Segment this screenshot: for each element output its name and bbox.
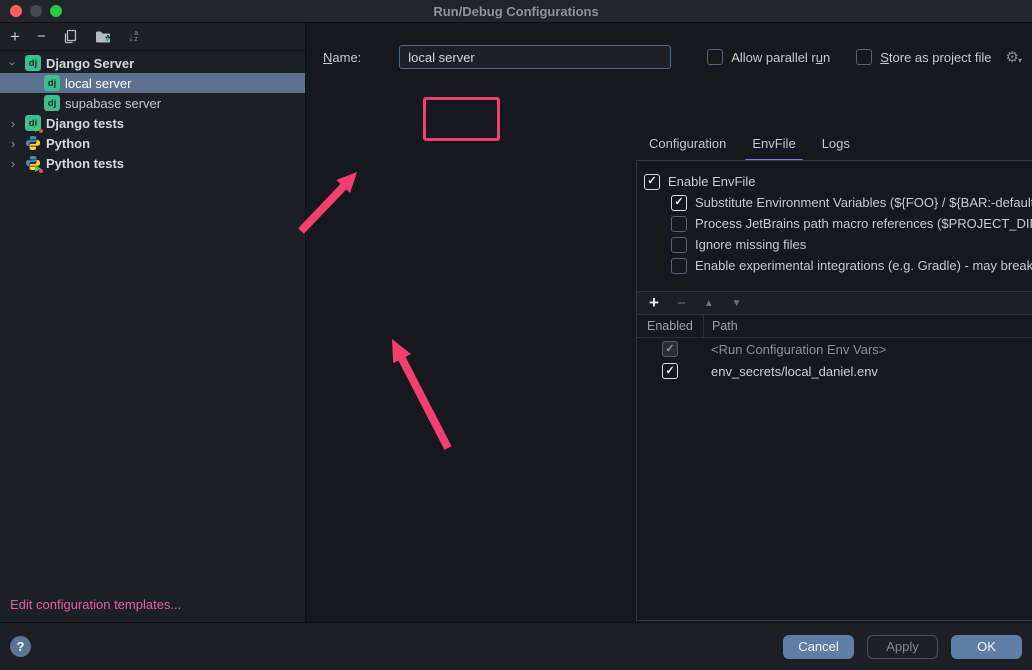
enable-envfile-checkbox[interactable]: ✓ Enable EnvFile (644, 171, 1032, 192)
checkbox-icon[interactable]: ✓ (644, 174, 660, 190)
tree-item-python-tests[interactable]: › Python tests (0, 153, 305, 173)
checkbox-icon[interactable]: ✓ (662, 363, 678, 379)
envfile-table-header: Enabled Path Type (637, 315, 1032, 338)
add-env-file-icon[interactable]: + (649, 293, 659, 313)
edit-configuration-templates-link[interactable]: Edit configuration templates... (0, 597, 305, 622)
checkbox-icon[interactable]: ✓ (856, 49, 872, 65)
tree-item-local-server[interactable]: dj local server (0, 73, 305, 93)
checkbox-icon[interactable]: ✓ (671, 258, 687, 274)
configurations-tree: › dj Django Server dj local server dj su… (0, 51, 305, 173)
tab-logs[interactable]: Logs (809, 126, 863, 160)
move-down-icon[interactable]: ▼ (732, 298, 742, 309)
chevron-collapsed-icon[interactable]: › (6, 156, 20, 171)
add-configuration-icon[interactable]: + (10, 28, 20, 45)
window-title: Run/Debug Configurations (0, 4, 1032, 19)
allow-parallel-run-checkbox[interactable]: ✓ Allow parallel run (707, 49, 830, 65)
ignore-missing-files-checkbox[interactable]: ✓ Ignore missing files (671, 234, 1032, 255)
django-icon: dj (44, 75, 60, 91)
store-settings-gear-icon[interactable]: ⚙▾ (1006, 48, 1022, 66)
python-tests-icon (25, 155, 41, 171)
configurations-sidebar: + − ↓ az (0, 23, 306, 622)
checkbox-icon[interactable]: ✓ (671, 237, 687, 253)
sort-alphabetically-icon[interactable]: ↓ az (128, 29, 138, 44)
table-row-env-secrets-file[interactable]: ✓ env_secrets/local_daniel.env .env (637, 360, 1032, 382)
remove-env-file-icon[interactable]: − (677, 295, 686, 312)
checkbox-icon: ✓ (662, 341, 678, 357)
chevron-expanded-icon[interactable]: › (6, 56, 21, 70)
name-label: Name: (323, 50, 361, 65)
tree-item-supabase-server[interactable]: dj supabase server (0, 93, 305, 113)
name-input[interactable] (399, 45, 671, 69)
chevron-collapsed-icon[interactable]: › (6, 136, 20, 151)
tab-configuration[interactable]: Configuration (636, 126, 739, 160)
dialog-footer: ? Cancel Apply OK (0, 622, 1032, 670)
django-tests-icon: dj (25, 115, 41, 131)
titlebar: Run/Debug Configurations (0, 0, 1032, 23)
checkbox-icon[interactable]: ✓ (671, 195, 687, 211)
configuration-editor: Name: ✓ Allow parallel run ✓ Store as pr… (306, 23, 1032, 622)
copy-configuration-icon[interactable] (63, 29, 78, 44)
apply-button: Apply (867, 635, 938, 659)
checkbox-icon[interactable]: ✓ (707, 49, 723, 65)
python-icon (25, 135, 41, 151)
ok-button[interactable]: OK (951, 635, 1022, 659)
run-debug-configurations-dialog: Run/Debug Configurations + − (0, 0, 1032, 670)
chevron-collapsed-icon[interactable]: › (6, 116, 20, 131)
envfile-panel: ✓ Enable EnvFile ✓ Substitute Environmen… (636, 160, 1032, 621)
move-up-icon[interactable]: ▲ (704, 298, 714, 309)
help-button[interactable]: ? (10, 636, 31, 657)
remove-configuration-icon[interactable]: − (37, 29, 46, 44)
new-folder-icon[interactable] (95, 30, 111, 44)
substitute-env-vars-checkbox[interactable]: ✓ Substitute Environment Variables (${FO… (671, 192, 1032, 213)
tab-envfile[interactable]: EnvFile (739, 126, 808, 160)
configuration-tabs: Configuration EnvFile Logs (636, 126, 863, 160)
tree-item-django-tests[interactable]: › dj Django tests (0, 113, 305, 133)
tree-item-django-server[interactable]: › dj Django Server (0, 53, 305, 73)
django-icon: dj (25, 55, 41, 71)
process-path-macros-checkbox[interactable]: ✓ Process JetBrains path macro reference… (671, 213, 1032, 234)
django-icon: dj (44, 95, 60, 111)
tree-item-python[interactable]: › Python (0, 133, 305, 153)
experimental-integrations-checkbox[interactable]: ✓ Enable experimental integrations (e.g.… (671, 255, 1032, 276)
sidebar-toolbar: + − ↓ az (0, 23, 305, 51)
table-row-run-config-env-vars[interactable]: ✓ <Run Configuration Env Vars> Run Confi… (637, 338, 1032, 360)
checkbox-icon[interactable]: ✓ (671, 216, 687, 232)
store-as-project-file-checkbox[interactable]: ✓ Store as project file ⚙▾ (856, 48, 1022, 66)
envfile-table-toolbar: + − ▲ ▼ (637, 291, 1032, 315)
cancel-button[interactable]: Cancel (783, 635, 854, 659)
